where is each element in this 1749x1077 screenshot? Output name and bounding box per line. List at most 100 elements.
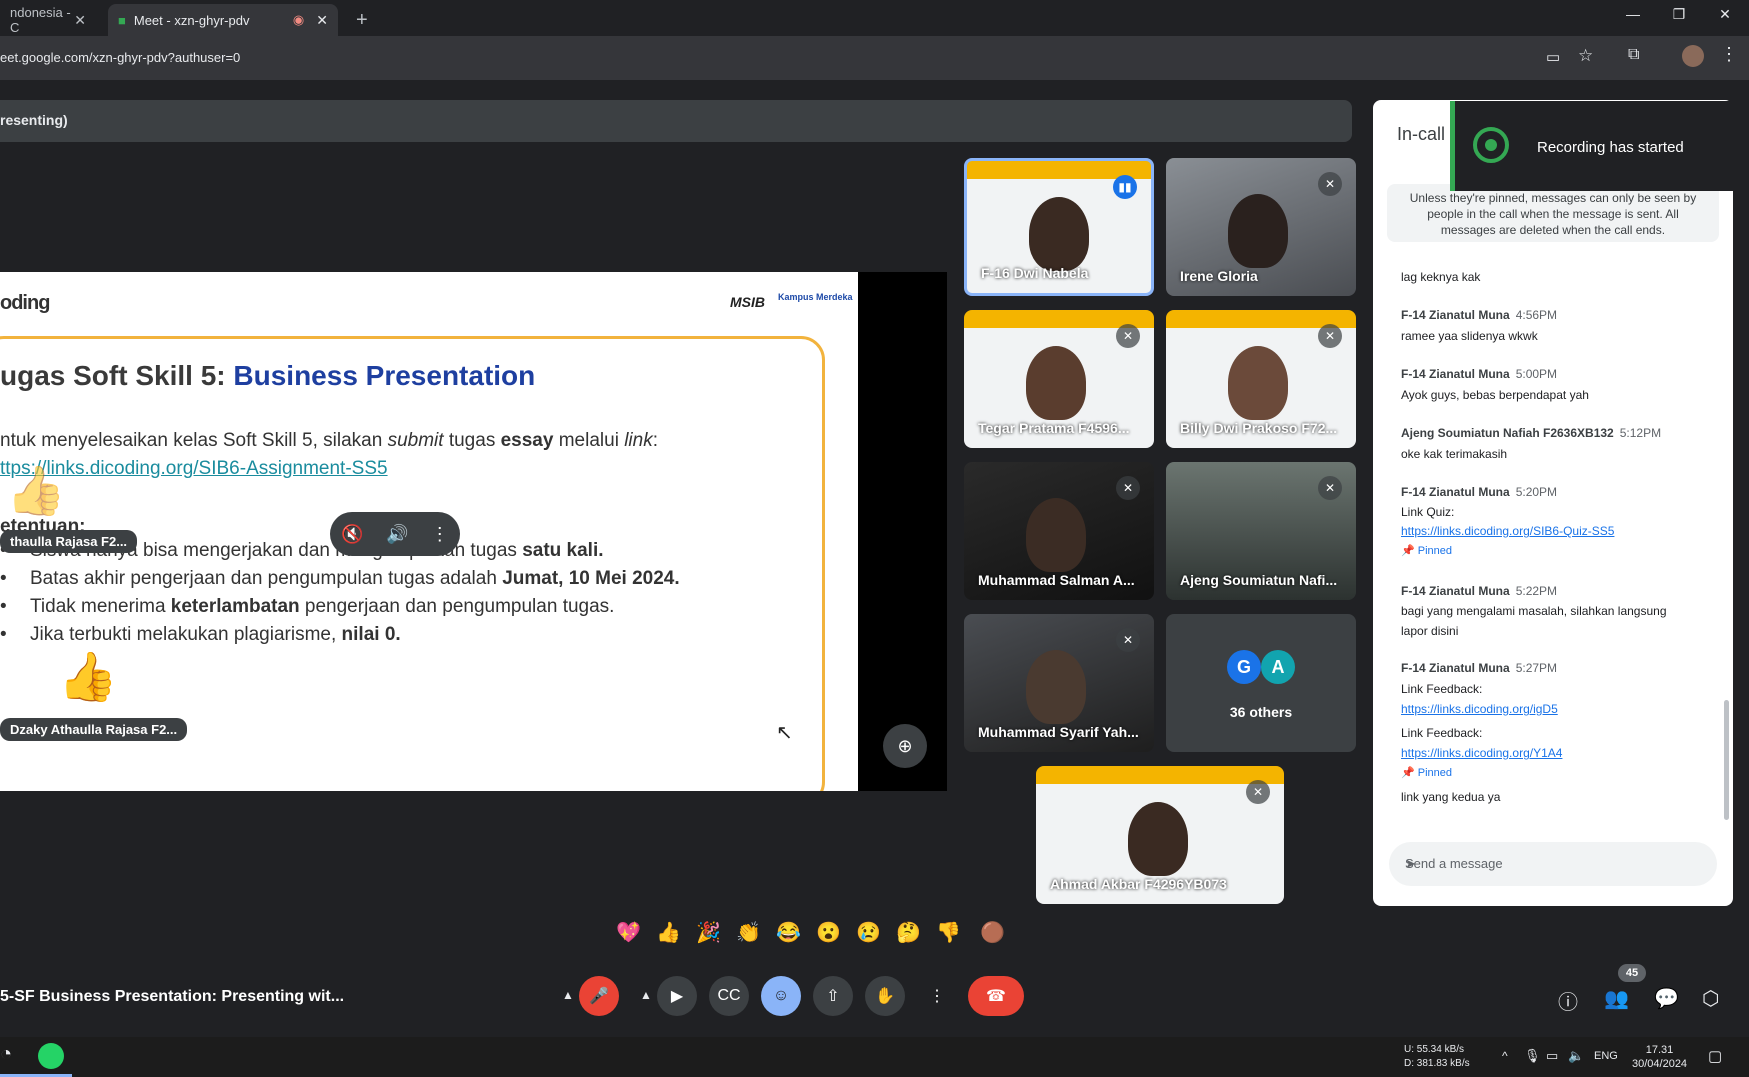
mic-off-icon: 🎤 bbox=[589, 988, 609, 1005]
tab-meet[interactable]: ■ Meet - xzn-ghyr-pdv ◉ ✕ bbox=[108, 4, 338, 36]
laugh-reaction-icon[interactable]: 😂 bbox=[776, 920, 801, 945]
meeting-details-icon[interactable]: ⓘ bbox=[1558, 986, 1578, 1015]
close-tab-icon[interactable]: ✕ bbox=[316, 12, 328, 29]
chevron-up-icon[interactable]: ▲ bbox=[562, 988, 574, 1002]
participant-video bbox=[1228, 194, 1288, 268]
more-options-icon[interactable]: ⋮ bbox=[431, 524, 449, 545]
chat-message-author: F-14 Zianatul Muna 5:27PM bbox=[1401, 661, 1558, 675]
chat-notice: Unless they're pinned, messages can only… bbox=[1387, 184, 1719, 242]
close-tab-icon[interactable]: ✕ bbox=[74, 12, 86, 29]
volume-icon[interactable]: 🔊 bbox=[386, 524, 408, 545]
chat-message-text: lag keknya kak bbox=[1401, 270, 1481, 284]
chevron-up-icon[interactable]: ▲ bbox=[640, 988, 652, 1002]
camera-toggle-button[interactable]: ▶ bbox=[657, 976, 697, 1016]
present-button[interactable]: ⇧ bbox=[813, 976, 853, 1016]
skin-tone-selector-icon[interactable]: 🟤 bbox=[980, 920, 1005, 945]
activities-icon[interactable]: ⬡ bbox=[1702, 986, 1719, 1011]
participant-video bbox=[1029, 197, 1089, 271]
chrome-icon[interactable]: ◔ bbox=[0, 1043, 12, 1066]
mic-off-icon: ✕ bbox=[1318, 172, 1342, 196]
tray-expand-icon[interactable]: ^ bbox=[1502, 1049, 1508, 1063]
participant-tile[interactable]: ✕ Ajeng Soumiatun Nafi... bbox=[1166, 462, 1356, 600]
captions-button[interactable]: CC bbox=[709, 976, 749, 1016]
feedback-link[interactable]: https://links.dicoding.org/Y1A4 bbox=[1401, 746, 1562, 760]
mute-presentation-icon[interactable]: 🔇 bbox=[341, 524, 363, 545]
restore-icon[interactable]: ❐ bbox=[1664, 6, 1694, 23]
mic-off-icon: ✕ bbox=[1116, 476, 1140, 500]
tab-indonesia[interactable]: ndonesia - C ✕ bbox=[0, 4, 96, 36]
language-indicator[interactable]: ENG bbox=[1594, 1050, 1618, 1062]
chat-message-text: oke kak terimakasih bbox=[1401, 447, 1508, 461]
thumbs-up-reaction-icon[interactable]: 👍 bbox=[656, 920, 681, 945]
participant-tile[interactable]: ✕ Tegar Pratama F4596... bbox=[964, 310, 1154, 448]
participant-name: Ahmad Akbar F4296YB073 bbox=[1050, 876, 1227, 892]
raise-hand-button[interactable]: ✋ bbox=[865, 976, 905, 1016]
dicoding-logo: oding bbox=[0, 292, 50, 314]
presentation-bar: resenting) bbox=[0, 100, 1352, 142]
participant-name: Tegar Pratama F4596... bbox=[978, 420, 1130, 436]
pinned-badge: 📌 Pinned bbox=[1401, 545, 1453, 557]
camera-icon[interactable]: ▭ bbox=[1546, 48, 1560, 66]
participant-tile[interactable]: ✕ Muhammad Salman A... bbox=[964, 462, 1154, 600]
chat-icon[interactable]: 💬 bbox=[1654, 986, 1679, 1011]
participant-video bbox=[1026, 650, 1086, 724]
participant-tile[interactable]: ▮▮ F-16 Dwi Nabela bbox=[964, 158, 1154, 296]
profile-avatar[interactable] bbox=[1682, 45, 1704, 67]
thinking-reaction-icon[interactable]: 🤔 bbox=[896, 920, 921, 945]
send-icon[interactable]: ➤ bbox=[1405, 856, 1703, 872]
url-field[interactable]: eet.google.com/xzn-ghyr-pdv?authuser=0 bbox=[0, 50, 240, 65]
mic-off-icon: ✕ bbox=[1318, 476, 1342, 500]
participant-name: F-16 Dwi Nabela bbox=[981, 265, 1089, 281]
participant-video bbox=[1026, 498, 1086, 572]
extensions-icon[interactable]: ⧉ bbox=[1628, 46, 1639, 64]
recording-indicator-icon: ◉ bbox=[292, 12, 305, 27]
captions-icon: CC bbox=[717, 987, 741, 1004]
thumbs-down-reaction-icon[interactable]: 👎 bbox=[936, 920, 961, 945]
quiz-link[interactable]: https://links.dicoding.org/SIB6-Quiz-SS5 bbox=[1401, 524, 1614, 538]
browser-menu-icon[interactable]: ⋮ bbox=[1720, 44, 1738, 65]
reactions-button[interactable]: ☺ bbox=[761, 976, 801, 1016]
microphone-tray-icon[interactable]: 🎙 bbox=[1524, 1048, 1541, 1064]
participant-tile[interactable]: ✕ Irene Gloria bbox=[1166, 158, 1356, 296]
chat-message-author: F-14 Zianatul Muna 5:20PM bbox=[1401, 485, 1558, 499]
chat-message-text: link yang kedua ya bbox=[1401, 790, 1501, 804]
chat-message-text: Link Quiz: bbox=[1401, 505, 1455, 519]
whatsapp-icon[interactable] bbox=[38, 1043, 64, 1069]
network-tray-icon[interactable]: ▭ bbox=[1546, 1048, 1558, 1064]
people-icon[interactable]: 👥 bbox=[1604, 986, 1629, 1011]
new-tab-button[interactable]: + bbox=[346, 4, 376, 36]
reaction-name-chip: thaulla Rajasa F2... bbox=[0, 530, 138, 553]
surprised-reaction-icon[interactable]: 😮 bbox=[816, 920, 841, 945]
mic-off-icon: ✕ bbox=[1246, 780, 1270, 804]
bookmark-star-icon[interactable]: ☆ bbox=[1578, 46, 1593, 66]
mic-off-icon: ✕ bbox=[1116, 324, 1140, 348]
volume-tray-icon[interactable]: 🔈 bbox=[1568, 1048, 1584, 1064]
more-options-button[interactable]: ⋮ bbox=[917, 976, 957, 1016]
heart-reaction-icon[interactable]: 💖 bbox=[616, 920, 641, 945]
chat-message-input[interactable]: Send a message ➤ bbox=[1389, 842, 1717, 886]
participant-tile[interactable]: ✕ Ahmad Akbar F4296YB073 bbox=[1036, 766, 1284, 904]
system-clock[interactable]: 17.31 30/04/2024 bbox=[1632, 1043, 1687, 1071]
notifications-icon[interactable]: ▢ bbox=[1708, 1047, 1722, 1065]
chat-message-text: ramee yaa slidenya wkwk bbox=[1401, 329, 1538, 343]
others-count: 36 others bbox=[1229, 704, 1293, 720]
kampus-merdeka-logo: Kampus Merdeka bbox=[778, 292, 853, 302]
others-tile[interactable]: G A 36 others bbox=[1166, 614, 1356, 752]
thumbs-up-reaction-icon: 👍 bbox=[58, 651, 118, 704]
sad-reaction-icon[interactable]: 😢 bbox=[856, 920, 881, 945]
party-reaction-icon[interactable]: 🎉 bbox=[696, 920, 721, 945]
feedback-link[interactable]: https://links.dicoding.org/igD5 bbox=[1401, 702, 1558, 716]
list-item: Batas akhir pengerjaan dan pengumpulan t… bbox=[0, 568, 680, 596]
pin-icon: 📌 bbox=[1401, 545, 1415, 557]
zoom-button[interactable]: ⊕ bbox=[883, 724, 927, 768]
chat-scrollbar[interactable] bbox=[1724, 700, 1729, 820]
mic-toggle-button[interactable]: 🎤 bbox=[579, 976, 619, 1016]
end-call-icon: ☎ bbox=[986, 988, 1006, 1005]
close-window-icon[interactable]: ✕ bbox=[1710, 6, 1740, 23]
participant-video bbox=[1128, 802, 1188, 876]
participant-tile[interactable]: ✕ Billy Dwi Prakoso F72... bbox=[1166, 310, 1356, 448]
leave-call-button[interactable]: ☎ bbox=[968, 976, 1024, 1016]
minimize-icon[interactable]: — bbox=[1618, 6, 1648, 22]
participant-tile[interactable]: ✕ Muhammad Syarif Yah... bbox=[964, 614, 1154, 752]
clap-reaction-icon[interactable]: 👏 bbox=[736, 920, 761, 945]
